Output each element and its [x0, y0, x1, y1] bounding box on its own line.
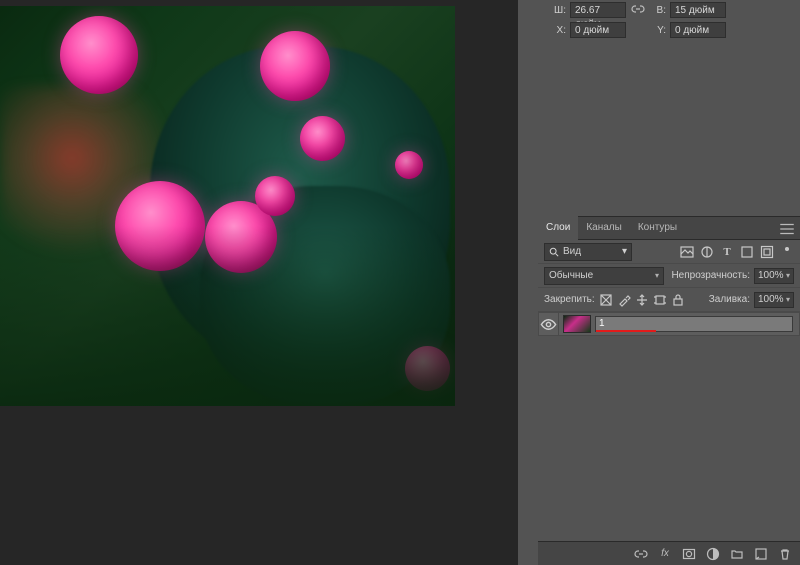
lock-pixels-icon[interactable]	[599, 293, 613, 307]
panel-gutter	[518, 0, 538, 565]
group-icon[interactable]	[730, 547, 744, 561]
image-filter-icon[interactable]	[680, 245, 694, 259]
width-input[interactable]: 26.67 дюйм	[570, 2, 626, 18]
text-filter-icon[interactable]: T	[720, 245, 734, 259]
y-label: Y:	[650, 25, 666, 36]
panel-tabs: Слои Каналы Контуры	[538, 216, 800, 240]
link-layers-icon[interactable]	[634, 547, 648, 561]
xy-spacer	[630, 22, 646, 38]
chevron-down-icon: ▾	[655, 271, 659, 280]
y-input[interactable]: 0 дюйм	[670, 22, 726, 38]
adjustment-layer-icon[interactable]	[706, 547, 720, 561]
trash-icon[interactable]	[778, 547, 792, 561]
chevron-down-icon: ▾	[786, 295, 790, 304]
blend-mode-value: Обычные	[549, 270, 593, 281]
fx-icon[interactable]: fx	[658, 547, 672, 561]
lock-all-icon[interactable]	[671, 293, 685, 307]
tab-channels[interactable]: Каналы	[578, 216, 630, 240]
tab-paths[interactable]: Контуры	[630, 216, 685, 240]
fill-label: Заливка:	[709, 294, 750, 305]
layers-panel: Вид ▾ T Обычные ▾ Непрозрачность: 100%▾ …	[538, 240, 800, 565]
lock-artboard-icon[interactable]	[653, 293, 667, 307]
blend-mode-dropdown[interactable]: Обычные ▾	[544, 267, 664, 285]
opacity-input[interactable]: 100%▾	[754, 268, 794, 284]
mask-icon[interactable]	[682, 547, 696, 561]
layer-row[interactable]: 1	[538, 312, 800, 336]
opacity-label: Непрозрачность:	[671, 270, 750, 281]
chevron-down-icon: ▾	[622, 246, 627, 257]
width-label: Ш:	[550, 5, 566, 16]
search-icon	[549, 247, 559, 257]
tab-layers[interactable]: Слои	[538, 216, 578, 240]
canvas-workspace[interactable]	[0, 0, 518, 565]
smartobject-filter-icon[interactable]	[760, 245, 774, 259]
link-wh-icon[interactable]	[630, 2, 646, 18]
layer-thumbnail[interactable]	[563, 315, 591, 333]
height-label: В:	[650, 5, 666, 16]
adjustment-filter-icon[interactable]	[700, 245, 714, 259]
panel-menu-icon[interactable]	[778, 217, 796, 241]
properties-panel: Ш: 26.67 дюйм В: 15 дюйм X: 0 дюйм Y: 0 …	[538, 0, 800, 216]
layer-kind-dropdown[interactable]: Вид ▾	[544, 243, 632, 261]
lock-brush-icon[interactable]	[617, 293, 631, 307]
visibility-icon[interactable]	[539, 312, 559, 336]
height-input[interactable]: 15 дюйм	[670, 2, 726, 18]
rename-underline	[596, 330, 656, 332]
fill-input[interactable]: 100%▾	[754, 292, 794, 308]
new-layer-icon[interactable]	[754, 547, 768, 561]
x-label: X:	[550, 25, 566, 36]
x-input[interactable]: 0 дюйм	[570, 22, 626, 38]
layers-bottom-toolbar: fx	[538, 541, 800, 565]
shape-filter-icon[interactable]	[740, 245, 754, 259]
layer-name-input[interactable]: 1	[595, 316, 793, 332]
filter-toggle-icon[interactable]	[780, 245, 794, 259]
chevron-down-icon: ▾	[786, 271, 790, 280]
lock-label: Закрепить:	[544, 294, 595, 305]
document-image[interactable]	[0, 6, 455, 406]
layer-kind-label: Вид	[563, 246, 581, 257]
lock-position-icon[interactable]	[635, 293, 649, 307]
